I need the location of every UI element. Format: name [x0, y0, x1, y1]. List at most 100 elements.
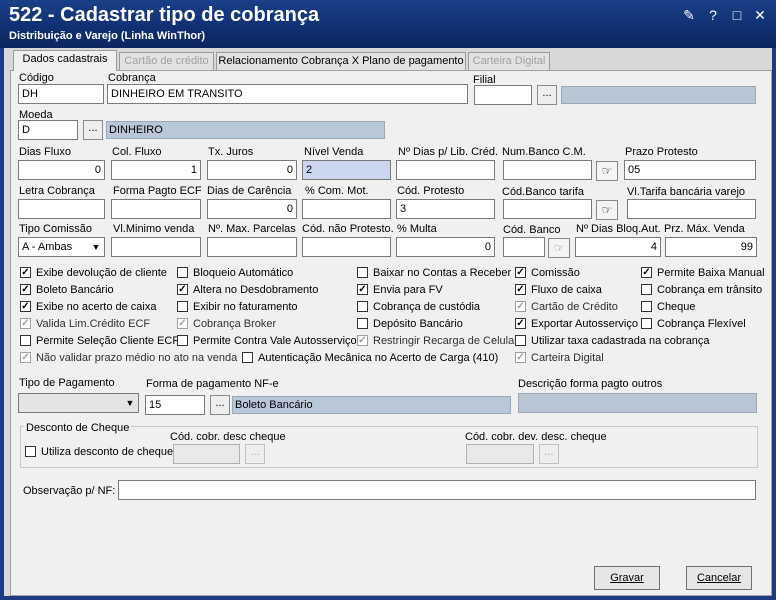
checkbox-box[interactable]: ✓ [177, 284, 188, 295]
checkbox-box[interactable] [641, 318, 652, 329]
cobranca-input[interactable]: DINHEIRO EM TRANSITO [107, 84, 468, 104]
close-icon[interactable]: ✕ [751, 7, 769, 23]
moeda-input[interactable]: D [18, 120, 78, 140]
hand-pointer-icon[interactable]: ☞ [596, 200, 618, 220]
tab-cartao-credito[interactable]: Cartão de crédito [119, 52, 214, 70]
forma-pag-nfe-lookup-button[interactable]: ... [210, 395, 230, 415]
max-parcelas-input[interactable] [207, 237, 297, 257]
checkbox-box[interactable] [357, 267, 368, 278]
maximize-icon[interactable]: □ [728, 7, 746, 23]
cod-banco-tarifa-input[interactable] [503, 199, 592, 219]
forma-pagto-ecf-label: Forma Pagto ECF [113, 185, 202, 197]
forma-pag-nfe-input[interactable]: 15 [145, 395, 205, 415]
checkbox-label: Altera no Desdobramento [193, 284, 319, 296]
checkbox-label: Cobrança Broker [193, 318, 277, 330]
filial-input[interactable] [474, 85, 532, 105]
checkbox-box[interactable]: ✓ [20, 318, 31, 329]
dias-carencia-input[interactable]: 0 [207, 199, 297, 219]
cod-desc-cheque-input[interactable] [173, 444, 240, 464]
tab-relacionamento[interactable]: Relacionamento Cobrança X Plano de pagam… [216, 52, 466, 70]
multa-input[interactable]: 0 [396, 237, 495, 257]
cod-dev-desc-cheque-lookup-button[interactable]: ... [539, 444, 559, 464]
checkbox-box[interactable] [357, 301, 368, 312]
tipo-pagamento-label: Tipo de Pagamento [19, 377, 115, 389]
chevron-down-icon: ▼ [125, 398, 135, 408]
forma-pagto-ecf-input[interactable] [111, 199, 201, 219]
cod-banco-input[interactable] [503, 237, 545, 257]
prz-max-label: Prz. Máx. Venda [664, 223, 745, 235]
checkbox-box[interactable]: ✓ [641, 267, 652, 278]
com-mot-input[interactable] [302, 199, 391, 219]
observacao-label: Observação p/ NF: [23, 485, 116, 497]
save-button[interactable]: Gravar [594, 566, 660, 590]
observacao-input[interactable] [118, 480, 756, 500]
vl-tarifa-input[interactable] [627, 199, 756, 219]
checkbox-box[interactable] [177, 267, 188, 278]
col-fluxo-input[interactable]: 1 [111, 160, 201, 180]
cod-protesto-input[interactable]: 3 [396, 199, 495, 219]
desc-outros-input[interactable] [518, 393, 757, 413]
tab-carteira-digital[interactable]: Carteira Digital [468, 52, 550, 70]
dias-bloq-input[interactable]: 4 [575, 237, 661, 257]
checkbox-label: Não validar prazo médio no ato na venda [36, 352, 238, 364]
checkbox-box[interactable] [515, 335, 526, 346]
checkbox-box[interactable]: ✓ [20, 267, 31, 278]
hand-pointer-icon[interactable]: ☞ [548, 238, 570, 258]
checkbox-box[interactable]: ✓ [357, 335, 368, 346]
moeda-description: DINHEIRO [106, 121, 385, 139]
tab-dados-cadastrais[interactable]: Dados cadastrais [13, 50, 117, 71]
checkbox-box[interactable]: ✓ [177, 318, 188, 329]
tipo-pagamento-select[interactable]: ▼ [18, 393, 139, 413]
checkbox-box[interactable] [177, 301, 188, 312]
tx-juros-input[interactable]: 0 [207, 160, 297, 180]
checkbox-box[interactable]: ✓ [357, 284, 368, 295]
checkbox-box[interactable]: ✓ [515, 352, 526, 363]
dias-lib-input[interactable] [396, 160, 495, 180]
dias-fluxo-input[interactable]: 0 [18, 160, 105, 180]
checkbox-label: Autenticação Mecânica no Acerto de Carga… [258, 352, 499, 364]
checkbox-box[interactable] [20, 335, 31, 346]
checkbox-label: Bloqueio Automático [193, 267, 294, 279]
checkbox-label: Cobrança em trânsito [657, 284, 763, 296]
checkbox-box[interactable] [641, 284, 652, 295]
letra-cobranca-input[interactable] [18, 199, 105, 219]
cod-nao-protesto-input[interactable] [302, 237, 391, 257]
cancel-button[interactable]: Cancelar [686, 566, 752, 590]
checkbox-box[interactable]: ✓ [515, 284, 526, 295]
com-mot-label: % Com. Mot. [305, 185, 369, 197]
chevron-down-icon: ▼ [91, 242, 101, 252]
checkbox-box[interactable] [177, 335, 188, 346]
num-banco-input[interactable] [503, 160, 592, 180]
cod-dev-desc-cheque-input[interactable] [466, 444, 534, 464]
checkbox-box[interactable]: ✓ [20, 301, 31, 312]
prazo-protesto-input[interactable]: 05 [624, 160, 756, 180]
dias-fluxo-label: Dias Fluxo [19, 146, 71, 158]
cobranca-label: Cobrança [108, 72, 156, 84]
codigo-input[interactable]: DH [18, 84, 104, 104]
moeda-lookup-button[interactable]: ... [83, 120, 103, 140]
checkbox-box[interactable] [641, 301, 652, 312]
checkbox-label: Exportar Autosserviço [531, 318, 638, 330]
checkbox-box[interactable]: ✓ [20, 284, 31, 295]
checkbox-box[interactable] [357, 318, 368, 329]
hand-pointer-icon[interactable]: ☞ [596, 161, 618, 181]
checkbox-box[interactable]: ✓ [515, 267, 526, 278]
prz-max-input[interactable]: 99 [665, 237, 757, 257]
checkbox-box[interactable] [242, 352, 253, 363]
checkbox-box[interactable]: ✓ [515, 318, 526, 329]
window-title: 522 - Cadastrar tipo de cobrança [9, 4, 320, 26]
max-parcelas-label: Nº. Max. Parcelas [208, 223, 296, 235]
checkbox-box[interactable]: ✓ [515, 301, 526, 312]
num-banco-label: Num.Banco C.M. [502, 146, 586, 158]
cod-banco-label: Cód. Banco [503, 224, 561, 236]
checkbox-box[interactable] [25, 446, 36, 457]
cod-desc-cheque-lookup-button[interactable]: ... [245, 444, 265, 464]
nivel-venda-input[interactable]: 2 [302, 160, 391, 180]
multa-label: % Multa [397, 223, 437, 235]
help-icon[interactable]: ? [704, 7, 722, 23]
edit-icon[interactable]: ✎ [680, 7, 698, 23]
vl-minimo-input[interactable] [111, 237, 201, 257]
filial-lookup-button[interactable]: ... [537, 85, 557, 105]
checkbox-box[interactable]: ✓ [20, 352, 31, 363]
tipo-comissao-select[interactable]: A - Ambas ▼ [18, 237, 105, 257]
